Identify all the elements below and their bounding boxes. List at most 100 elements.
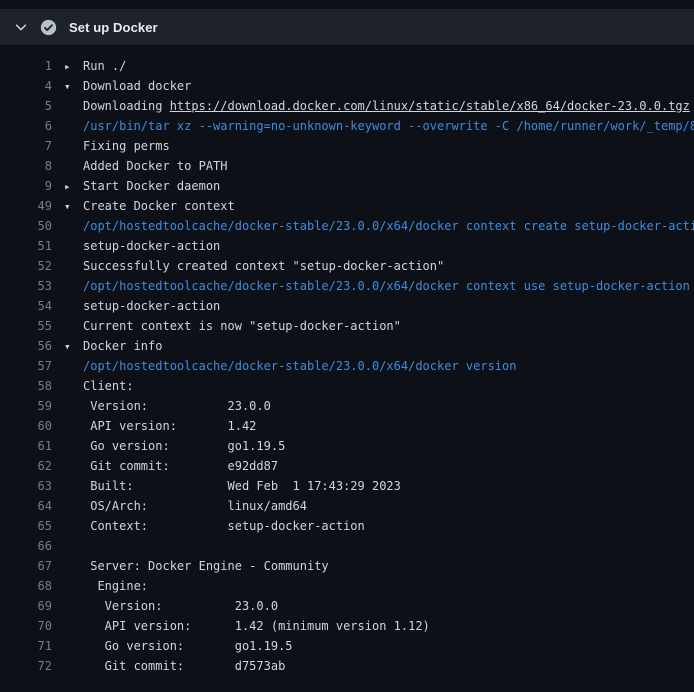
- line-number[interactable]: 51: [0, 236, 52, 256]
- log-line: 72 Git commit: d7573ab: [0, 656, 694, 676]
- log-group-row[interactable]: 1 ▸Run ./: [0, 56, 694, 76]
- line-content: Downloading https://download.docker.com/…: [64, 96, 690, 116]
- triangle-down-icon[interactable]: ▾: [64, 337, 83, 356]
- log-command-text: /opt/hostedtoolcache/docker-stable/23.0.…: [83, 219, 694, 233]
- log-line: 66: [0, 536, 694, 556]
- line-number[interactable]: 5: [0, 96, 52, 116]
- line-number[interactable]: 1: [0, 56, 52, 76]
- line-content: Go version: go1.19.5: [64, 436, 285, 456]
- line-number[interactable]: 53: [0, 276, 52, 296]
- line-number[interactable]: 6: [0, 116, 52, 136]
- log-line: 54setup-docker-action: [0, 296, 694, 316]
- line-number[interactable]: 61: [0, 436, 52, 456]
- line-number[interactable]: 9: [0, 176, 52, 196]
- line-number[interactable]: 68: [0, 576, 52, 596]
- log-text: Current context is now "setup-docker-act…: [83, 319, 401, 333]
- line-number[interactable]: 59: [0, 396, 52, 416]
- line-content: ▸Start Docker daemon: [64, 176, 220, 196]
- log-group-row[interactable]: 9 ▸Start Docker daemon: [0, 176, 694, 196]
- log-text: Run ./: [83, 59, 126, 73]
- line-content: Added Docker to PATH: [64, 156, 228, 176]
- line-number[interactable]: 66: [0, 536, 52, 556]
- log-group-row[interactable]: 56 ▾Docker info: [0, 336, 694, 356]
- log-text: Engine:: [83, 579, 148, 593]
- log-command-text: /usr/bin/tar xz --warning=no-unknown-key…: [83, 119, 694, 133]
- log-line: 6/usr/bin/tar xz --warning=no-unknown-ke…: [0, 116, 694, 136]
- line-number[interactable]: 54: [0, 296, 52, 316]
- line-number[interactable]: 52: [0, 256, 52, 276]
- line-number[interactable]: 64: [0, 496, 52, 516]
- triangle-right-icon[interactable]: ▸: [64, 57, 83, 76]
- step-title: Set up Docker: [69, 20, 158, 35]
- line-content: Git commit: d7573ab: [64, 656, 285, 676]
- line-content: setup-docker-action: [64, 236, 220, 256]
- log-line: 55 Current context is now "setup-docker-a…: [0, 316, 694, 336]
- log-line: 65 Context: setup-docker-action: [0, 516, 694, 536]
- log-text: Fixing perms: [83, 139, 170, 153]
- step-header[interactable]: Set up Docker: [0, 9, 694, 45]
- line-number[interactable]: 65: [0, 516, 52, 536]
- log-text: Start Docker daemon: [83, 179, 220, 193]
- log-text: Context: setup-docker-action: [83, 519, 365, 533]
- log-text: Added Docker to PATH: [83, 159, 228, 173]
- line-content: Built: Wed Feb 1 17:43:29 2023: [64, 476, 401, 496]
- log-text: OS/Arch: linux/amd64: [83, 499, 307, 513]
- line-number[interactable]: 63: [0, 476, 52, 496]
- log-text: Go version: go1.19.5: [83, 439, 285, 453]
- line-content: Fixing perms: [64, 136, 170, 156]
- triangle-down-icon[interactable]: ▾: [64, 77, 83, 96]
- line-content: ▾Docker info: [64, 336, 162, 356]
- log-text: Server: Docker Engine - Community: [83, 559, 329, 573]
- log-text: API version: 1.42: [83, 419, 256, 433]
- log-text: Git commit: d7573ab: [83, 659, 285, 673]
- log-line: 67 Server: Docker Engine - Community: [0, 556, 694, 576]
- log-text: Docker info: [83, 339, 162, 353]
- line-number[interactable]: 4: [0, 76, 52, 96]
- log-command-text: /opt/hostedtoolcache/docker-stable/23.0.…: [83, 279, 690, 293]
- log-command-text: /opt/hostedtoolcache/docker-stable/23.0.…: [83, 359, 516, 373]
- line-number[interactable]: 50: [0, 216, 52, 236]
- line-content: API version: 1.42 (minimum version 1.12): [64, 616, 430, 636]
- line-number[interactable]: 72: [0, 656, 52, 676]
- line-number[interactable]: 7: [0, 136, 52, 156]
- line-number[interactable]: 57: [0, 356, 52, 376]
- line-number[interactable]: 62: [0, 456, 52, 476]
- line-content: ▾Download docker: [64, 76, 191, 96]
- log-text: Successfully created context "setup-dock…: [83, 259, 444, 273]
- triangle-right-icon[interactable]: ▸: [64, 177, 83, 196]
- line-number[interactable]: 71: [0, 636, 52, 656]
- line-number[interactable]: 67: [0, 556, 52, 576]
- line-number[interactable]: 58: [0, 376, 52, 396]
- chevron-down-icon[interactable]: [14, 20, 28, 34]
- line-content: Go version: go1.19.5: [64, 636, 293, 656]
- log-line: 60 API version: 1.42: [0, 416, 694, 436]
- line-number[interactable]: 55: [0, 316, 52, 336]
- log-line: 8 Added Docker to PATH: [0, 156, 694, 176]
- log-lines: 1▸Run ./4▾Download docker5Downloading ht…: [0, 45, 694, 676]
- log-text: Go version: go1.19.5: [83, 639, 293, 653]
- log-link[interactable]: https://download.docker.com/linux/static…: [170, 99, 690, 113]
- line-content: Engine:: [64, 576, 148, 596]
- check-circle-icon: [40, 19, 57, 36]
- log-text: Downloading: [83, 99, 170, 113]
- log-line: 57/opt/hostedtoolcache/docker-stable/23.…: [0, 356, 694, 376]
- log-line: 51 setup-docker-action: [0, 236, 694, 256]
- log-line: 64 OS/Arch: linux/amd64: [0, 496, 694, 516]
- log-line: 69 Version: 23.0.0: [0, 596, 694, 616]
- triangle-down-icon[interactable]: ▾: [64, 197, 83, 216]
- log-group-row[interactable]: 49▾Create Docker context: [0, 196, 694, 216]
- line-number[interactable]: 70: [0, 616, 52, 636]
- line-number[interactable]: 56: [0, 336, 52, 356]
- log-line: 53/opt/hostedtoolcache/docker-stable/23.…: [0, 276, 694, 296]
- log-line: 61 Go version: go1.19.5: [0, 436, 694, 456]
- line-number[interactable]: 60: [0, 416, 52, 436]
- line-content: /usr/bin/tar xz --warning=no-unknown-key…: [64, 116, 694, 136]
- line-content: /opt/hostedtoolcache/docker-stable/23.0.…: [64, 276, 690, 296]
- line-number[interactable]: 49: [0, 196, 52, 216]
- line-number[interactable]: 8: [0, 156, 52, 176]
- line-content: API version: 1.42: [64, 416, 256, 436]
- log-text: API version: 1.42 (minimum version 1.12): [83, 619, 430, 633]
- log-group-row[interactable]: 4 ▾Download docker: [0, 76, 694, 96]
- log-line: 71 Go version: go1.19.5: [0, 636, 694, 656]
- line-number[interactable]: 69: [0, 596, 52, 616]
